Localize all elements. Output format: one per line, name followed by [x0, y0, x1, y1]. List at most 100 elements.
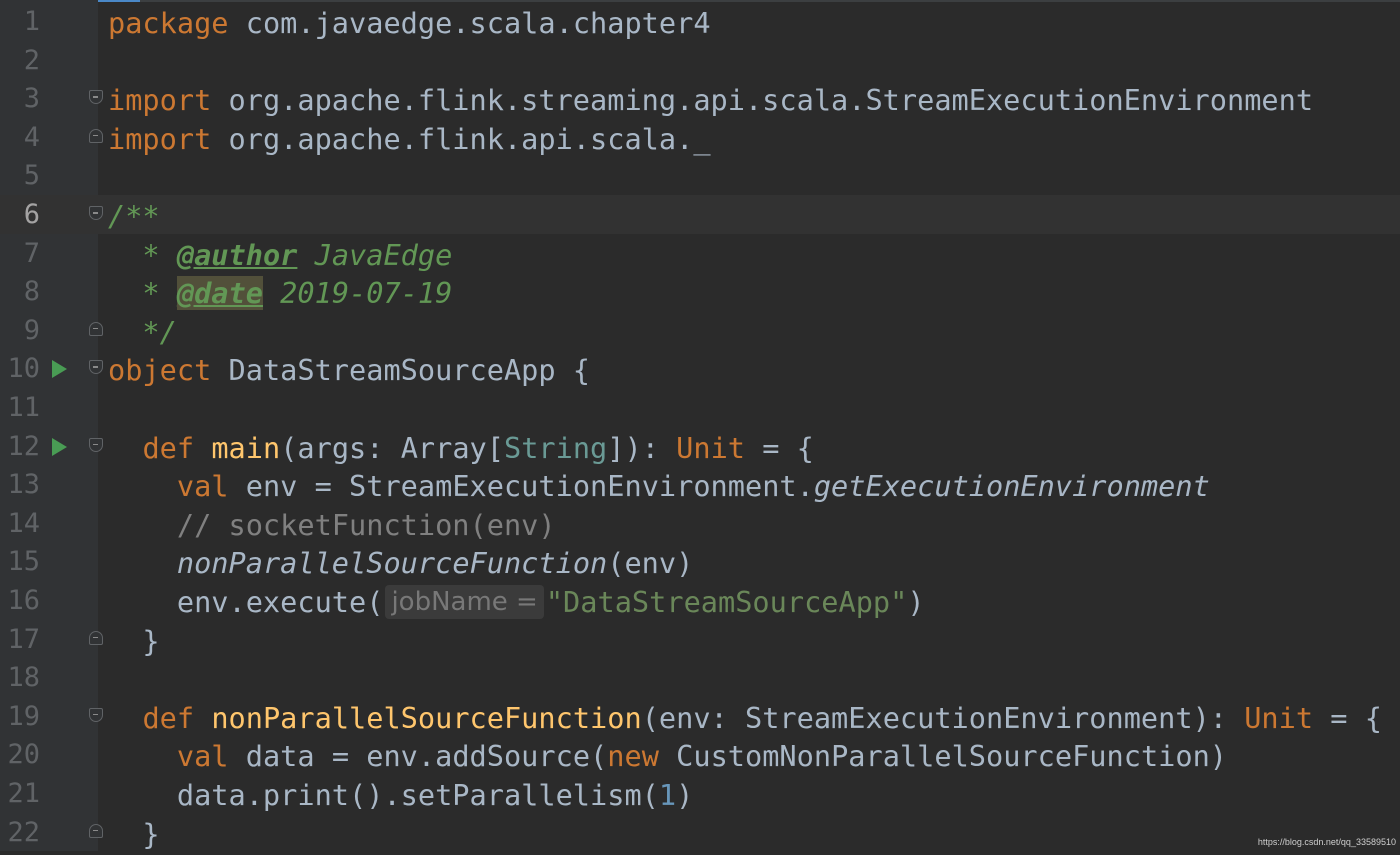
line-number: 22 [7, 816, 40, 848]
code-token: import [108, 83, 212, 118]
code-token: ]): [607, 430, 677, 465]
code-line[interactable]: 6 /** [0, 195, 1400, 234]
code-line[interactable]: 9 */ [0, 311, 1400, 350]
code-token: CustomNonParallelSourceFunction) [658, 739, 1228, 774]
code-token: (env: StreamExecutionEnvironment): [641, 700, 1245, 735]
code-token: // socketFunction(env) [108, 507, 556, 542]
fold-toggle-icon[interactable] [89, 437, 103, 452]
line-number: 21 [7, 778, 40, 809]
code-token: def [142, 430, 195, 465]
run-gutter-icon[interactable] [52, 360, 67, 379]
code-token: nonParallelSourceFunction [176, 546, 608, 581]
line-number: 5 [23, 160, 40, 192]
code-token: def [142, 700, 195, 735]
code-token: Unit [1244, 700, 1314, 735]
fold-toggle-icon[interactable] [89, 206, 103, 220]
code-text[interactable]: * @author JavaEdge [108, 234, 452, 273]
code-text[interactable]: val data = env.addSource(new CustomNonPa… [108, 735, 1227, 774]
run-gutter-icon[interactable] [52, 437, 67, 456]
code-line[interactable]: 17 } [0, 620, 1400, 659]
code-line[interactable]: 13 val env = StreamExecutionEnvironment.… [0, 465, 1400, 504]
fold-toggle-icon[interactable] [89, 707, 103, 722]
code-text[interactable]: /** [108, 195, 160, 234]
code-token: "DataStreamSourceApp" [545, 585, 908, 619]
code-token: } [108, 623, 160, 658]
code-line[interactable]: 22 } [0, 813, 1400, 852]
line-number: 7 [23, 237, 40, 269]
code-text[interactable]: env.execute(jobName = "DataStreamSourceAp… [108, 581, 925, 620]
code-text[interactable]: */ [108, 311, 177, 350]
code-token: * [108, 237, 177, 272]
code-token: nonParallelSourceFunction [211, 700, 642, 735]
fold-toggle-icon[interactable] [89, 360, 103, 375]
code-token: } [108, 816, 160, 851]
code-line[interactable]: 7 * @author JavaEdge [0, 234, 1400, 273]
code-token: import [108, 121, 212, 156]
code-text[interactable]: nonParallelSourceFunction(env) [108, 542, 693, 581]
fold-toggle-icon[interactable] [89, 321, 103, 336]
line-number: 10 [7, 353, 40, 385]
fold-toggle-icon[interactable] [89, 823, 103, 838]
code-token: Unit [676, 430, 746, 465]
code-line[interactable]: 5 [0, 156, 1400, 195]
code-token: env.execute( [108, 585, 384, 619]
code-line[interactable]: 8 * @date 2019-07-19 [0, 272, 1400, 311]
line-number: 2 [23, 44, 40, 76]
code-token: /** [108, 199, 160, 233]
code-line[interactable]: 10 object DataStreamSourceApp { [0, 349, 1400, 388]
code-line[interactable]: 11 [0, 388, 1400, 427]
code-line[interactable]: 4 import org.apache.flink.api.scala._ [0, 118, 1400, 157]
code-line[interactable]: 1 package com.javaedge.scala.chapter4 [0, 2, 1400, 41]
code-token: DataStreamSourceApp { [211, 353, 591, 388]
code-line[interactable]: 12 def main(args: Array[String]): Unit =… [0, 427, 1400, 466]
code-token: new [607, 739, 659, 774]
code-text[interactable]: import org.apache.flink.streaming.api.sc… [108, 79, 1313, 118]
code-text[interactable]: } [108, 620, 160, 659]
code-token: env = StreamExecutionEnvironment. [228, 469, 814, 504]
code-text[interactable]: * @date 2019-07-19 [108, 272, 452, 311]
code-token: ) [907, 585, 925, 619]
code-text[interactable]: // socketFunction(env) [108, 504, 556, 543]
code-token: JavaEdge [297, 237, 453, 272]
fold-toggle-icon[interactable] [89, 90, 103, 105]
code-text[interactable]: def nonParallelSourceFunction(env: Strea… [108, 697, 1382, 736]
code-line[interactable]: 2 [0, 41, 1400, 80]
fold-toggle-icon[interactable] [89, 630, 103, 645]
code-text[interactable]: def main(args: Array[String]): Unit = { [108, 427, 813, 466]
code-token: */ [108, 314, 177, 349]
line-number: 17 [7, 623, 40, 655]
code-line[interactable]: 16 env.execute(jobName = "DataStreamSourc… [0, 581, 1400, 620]
line-number: 18 [7, 662, 40, 694]
code-token: ) [676, 778, 694, 812]
code-line[interactable]: 15 nonParallelSourceFunction(env) [0, 542, 1400, 581]
fold-toggle-icon[interactable] [89, 128, 103, 143]
code-token: package [108, 6, 229, 40]
code-line[interactable]: 18 [0, 658, 1400, 697]
code-text[interactable]: data.print().setParallelism(1) [108, 774, 693, 813]
code-line[interactable]: 3 import org.apache.flink.streaming.api.s… [0, 79, 1400, 118]
code-text[interactable]: } [108, 813, 160, 852]
code-editor[interactable]: 1 package com.javaedge.scala.chapter4 2 3 im… [0, 0, 1400, 851]
code-line[interactable]: 14 // socketFunction(env) [0, 504, 1400, 543]
code-line[interactable]: 20 val data = env.addSource(new CustomNo… [0, 735, 1400, 774]
code-text[interactable]: package com.javaedge.scala.chapter4 [108, 2, 711, 41]
code-token: val [176, 739, 229, 774]
code-token: (env) [607, 546, 694, 581]
code-text[interactable]: object DataStreamSourceApp { [108, 349, 590, 388]
code-token: object [108, 353, 212, 388]
code-text[interactable]: val env = StreamExecutionEnvironment.get… [108, 465, 1210, 504]
line-number: 3 [23, 83, 40, 115]
code-token: 1 [658, 778, 677, 812]
code-line[interactable]: 19 def nonParallelSourceFunction(env: St… [0, 697, 1400, 736]
line-number: 9 [23, 314, 40, 346]
line-number: 1 [23, 6, 40, 37]
line-number: 4 [23, 121, 40, 153]
line-number: 14 [7, 507, 40, 539]
line-number: 12 [7, 430, 40, 462]
code-line[interactable]: 21 data.print().setParallelism(1) [0, 774, 1400, 813]
code-text[interactable]: import org.apache.flink.api.scala._ [108, 118, 711, 157]
line-number: 8 [23, 276, 40, 308]
